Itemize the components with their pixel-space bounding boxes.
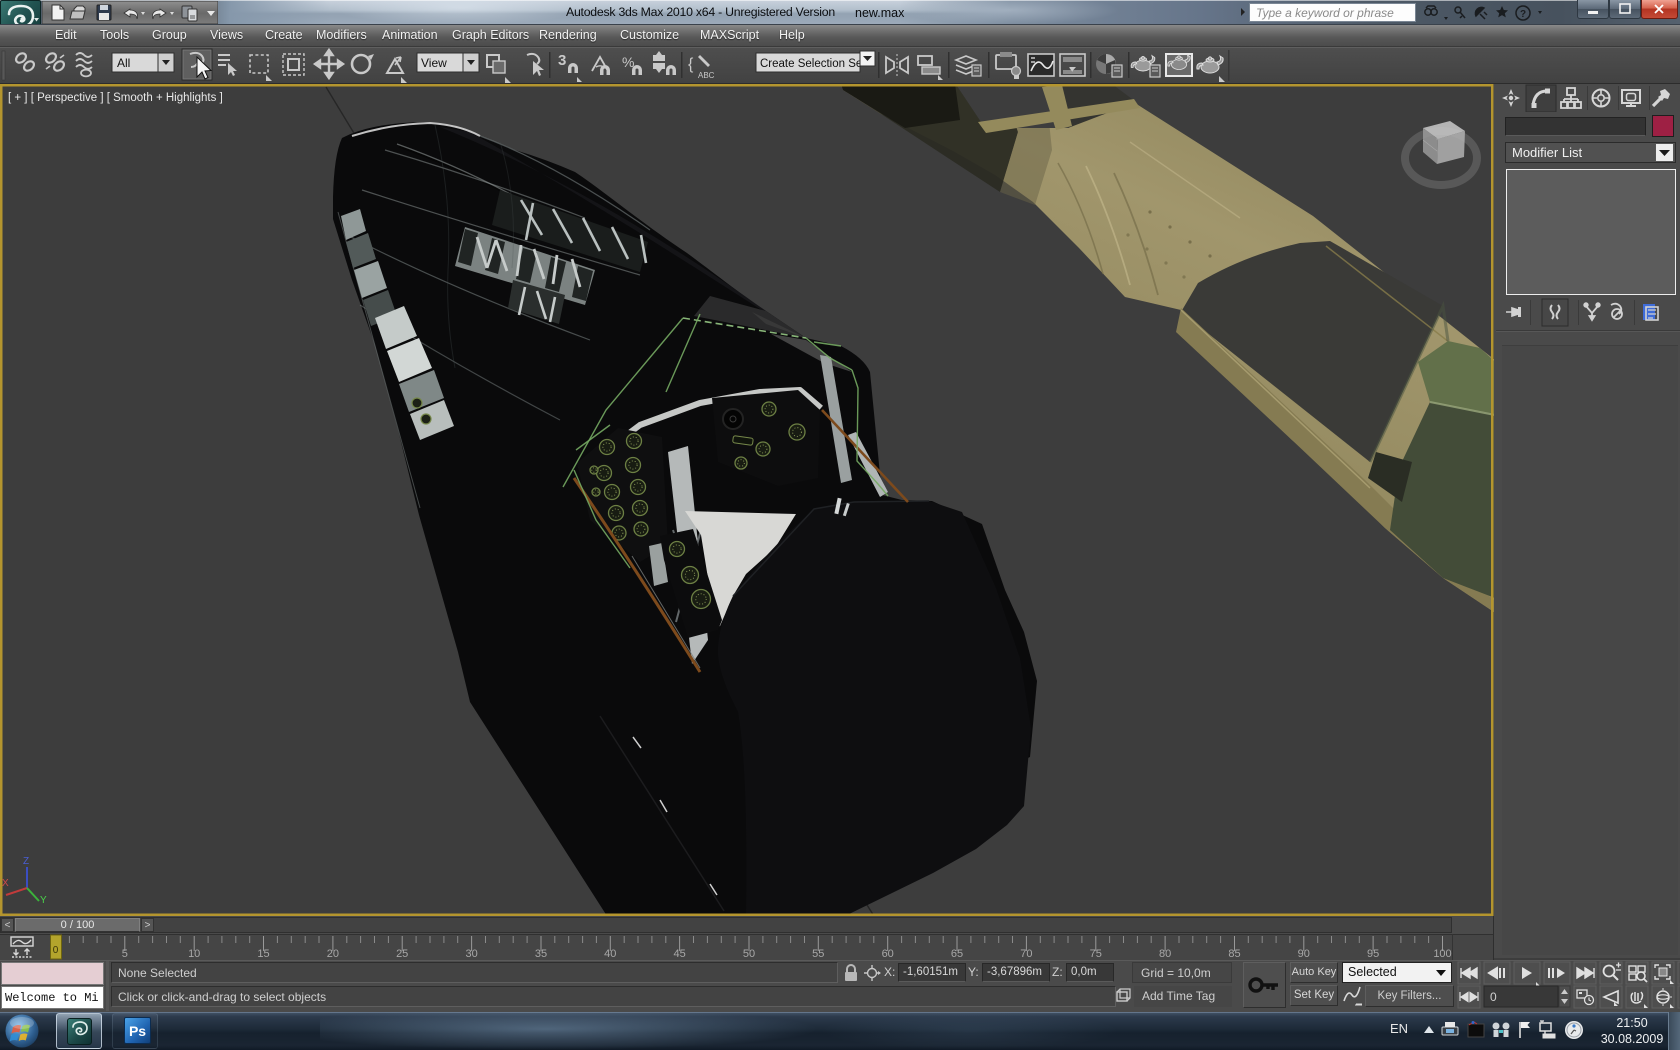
svg-text:100: 100 [1433, 948, 1451, 960]
svg-text:3: 3 [558, 52, 566, 69]
svg-text:ABC: ABC [698, 71, 715, 80]
svg-text:X: X [2, 878, 9, 889]
svg-text:[ + ] [ Perspective ] [ Smooth: [ + ] [ Perspective ] [ Smooth + Highlig… [8, 92, 223, 104]
svg-text:80: 80 [1159, 948, 1171, 960]
svg-text:15: 15 [257, 948, 269, 960]
svg-text:View: View [421, 56, 447, 70]
svg-text:Create Selection Se: Create Selection Se [760, 58, 862, 70]
svg-text:75: 75 [1090, 948, 1102, 960]
svg-text:25: 25 [396, 948, 408, 960]
svg-text:60: 60 [882, 948, 894, 960]
svg-text:0: 0 [53, 945, 59, 956]
svg-text:5: 5 [122, 948, 128, 960]
svg-text:55: 55 [812, 948, 824, 960]
svg-text:30: 30 [465, 948, 477, 960]
svg-text:70: 70 [1020, 948, 1032, 960]
svg-text:20: 20 [327, 948, 339, 960]
svg-text:Z: Z [23, 856, 29, 867]
svg-text:90: 90 [1298, 948, 1310, 960]
svg-text:Y: Y [40, 895, 47, 906]
svg-text:?: ? [1520, 9, 1526, 20]
svg-text:65: 65 [951, 948, 963, 960]
svg-text:35: 35 [535, 948, 547, 960]
svg-text:%: % [622, 54, 634, 70]
svg-text:50: 50 [743, 948, 755, 960]
svg-text:10: 10 [188, 948, 200, 960]
svg-text:95: 95 [1367, 948, 1379, 960]
svg-text:{: { [688, 56, 694, 73]
svg-text:85: 85 [1228, 948, 1240, 960]
svg-text:45: 45 [673, 948, 685, 960]
svg-text:All: All [117, 56, 130, 70]
svg-text:40: 40 [604, 948, 616, 960]
svg-text:0: 0 [1490, 990, 1497, 1004]
